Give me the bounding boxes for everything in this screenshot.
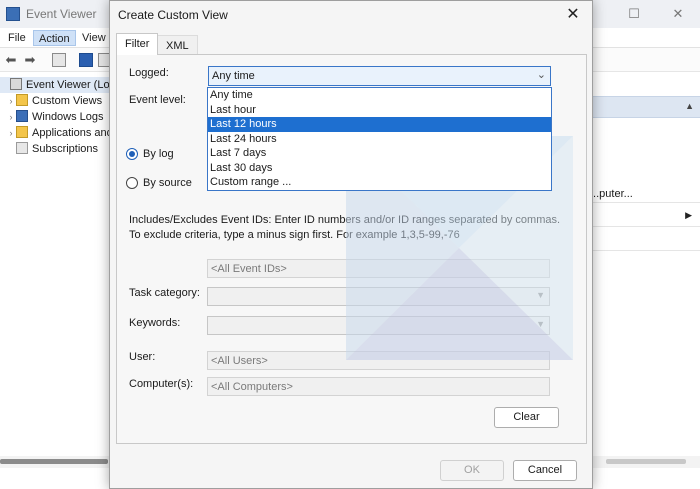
event-viewer-app-icon bbox=[6, 7, 20, 21]
chevron-right-icon[interactable]: › bbox=[6, 125, 16, 141]
logged-options-list[interactable]: Any time Last hour Last 12 hours Last 24… bbox=[207, 87, 552, 191]
by-source-radio[interactable] bbox=[126, 177, 138, 189]
chevron-down-icon[interactable]: ▼ bbox=[536, 290, 545, 300]
computer-label: Computer(s): bbox=[129, 378, 194, 390]
back-arrow-icon[interactable]: ⬅ bbox=[3, 52, 19, 68]
option-last-12-hours[interactable]: Last 12 hours bbox=[208, 117, 551, 132]
event-ids-instructions: Includes/Excludes Event IDs: Enter ID nu… bbox=[129, 214, 561, 241]
navigation-tree: Event Viewer (Local) › Custom Views › Wind… bbox=[0, 74, 112, 454]
scrollbar-thumb[interactable] bbox=[0, 459, 108, 464]
logged-value: Any time bbox=[212, 70, 255, 82]
tree-item-subscriptions[interactable]: Subscriptions bbox=[0, 141, 112, 157]
tree-item-applications-logs[interactable]: › Applications and Services Logs bbox=[0, 125, 112, 141]
by-log-label[interactable]: By log bbox=[143, 148, 174, 160]
menu-action[interactable]: Action bbox=[33, 30, 76, 46]
option-last-24-hours[interactable]: Last 24 hours bbox=[208, 132, 551, 147]
event-viewer-node-icon bbox=[10, 78, 22, 90]
option-any-time[interactable]: Any time bbox=[208, 88, 551, 103]
tree-item-label: Custom Views bbox=[32, 95, 103, 107]
user-input[interactable]: <All Users> bbox=[207, 351, 550, 370]
user-label: User: bbox=[129, 351, 156, 363]
tab-filter[interactable]: Filter bbox=[116, 33, 159, 55]
event-ids-input[interactable]: <All Event IDs> bbox=[207, 259, 550, 278]
folder-icon bbox=[16, 94, 28, 106]
menu-file[interactable]: File bbox=[3, 30, 31, 46]
show-hide-tree-icon[interactable] bbox=[52, 53, 66, 67]
scrollbar-thumb-right[interactable] bbox=[606, 459, 686, 464]
actions-divider bbox=[590, 250, 700, 251]
ok-button[interactable]: OK bbox=[440, 460, 504, 481]
tab-xml[interactable]: XML bbox=[157, 35, 198, 54]
event-ids-placeholder: <All Event IDs> bbox=[211, 263, 287, 275]
task-category-label: Task category: bbox=[129, 287, 200, 299]
create-custom-view-dialog: Create Custom View ✕ Filter XML Logged: … bbox=[109, 0, 593, 489]
collapse-up-icon[interactable]: ▲ bbox=[685, 101, 694, 111]
close-icon[interactable]: ✕ bbox=[560, 3, 586, 27]
logged-dropdown[interactable]: Any time ⌄ bbox=[208, 66, 551, 86]
tree-item-event-viewer[interactable]: Event Viewer (Local) bbox=[0, 77, 112, 93]
close-window-icon[interactable]: ✕ bbox=[656, 4, 700, 24]
cancel-button[interactable]: Cancel bbox=[513, 460, 577, 481]
event-level-label: Event level: bbox=[129, 94, 186, 106]
help-icon[interactable] bbox=[79, 53, 93, 67]
tree-item-label: Windows Logs bbox=[32, 111, 104, 123]
maximize-icon[interactable]: ☐ bbox=[612, 4, 656, 24]
tree-item-windows-logs[interactable]: › Windows Logs bbox=[0, 109, 112, 125]
chevron-down-icon[interactable]: ⌄ bbox=[537, 68, 546, 81]
logs-icon bbox=[16, 110, 28, 122]
tree-item-custom-views[interactable]: › Custom Views bbox=[0, 93, 112, 109]
actions-pane-item[interactable]: ...puter... bbox=[590, 188, 633, 200]
folder-icon bbox=[16, 126, 28, 138]
keywords-dropdown[interactable]: ▼ bbox=[207, 316, 550, 335]
event-viewer-title: Event Viewer bbox=[26, 7, 97, 21]
actions-pane: ▲ ...puter... ▶ bbox=[590, 74, 700, 454]
option-last-7-days[interactable]: Last 7 days bbox=[208, 146, 551, 161]
tree-item-label: Event Viewer (Local) bbox=[26, 79, 112, 91]
by-log-radio[interactable] bbox=[126, 148, 138, 160]
logged-label: Logged: bbox=[129, 67, 169, 79]
dialog-title: Create Custom View bbox=[118, 8, 228, 22]
chevron-down-icon[interactable]: ▼ bbox=[536, 319, 545, 329]
computer-input[interactable]: <All Computers> bbox=[207, 377, 550, 396]
actions-divider bbox=[590, 226, 700, 227]
actions-pane-header: ▲ bbox=[590, 96, 700, 118]
clear-button[interactable]: Clear bbox=[494, 407, 559, 428]
forward-arrow-icon[interactable]: ➡ bbox=[22, 52, 38, 68]
actions-divider bbox=[590, 202, 700, 203]
chevron-right-icon[interactable]: › bbox=[6, 93, 16, 109]
keywords-label: Keywords: bbox=[129, 317, 181, 329]
subscriptions-icon bbox=[16, 142, 28, 154]
menu-view[interactable]: View bbox=[77, 30, 111, 46]
chevron-right-icon[interactable]: › bbox=[6, 109, 16, 125]
by-source-label[interactable]: By source bbox=[143, 177, 192, 189]
computer-placeholder: <All Computers> bbox=[211, 381, 293, 393]
submenu-arrow-icon[interactable]: ▶ bbox=[685, 210, 692, 221]
option-last-30-days[interactable]: Last 30 days bbox=[208, 161, 551, 176]
user-placeholder: <All Users> bbox=[211, 355, 268, 367]
task-category-dropdown[interactable]: ▼ bbox=[207, 287, 550, 306]
option-custom-range[interactable]: Custom range ... bbox=[208, 175, 551, 190]
tree-item-label: Subscriptions bbox=[32, 143, 99, 155]
option-last-hour[interactable]: Last hour bbox=[208, 103, 551, 118]
tree-item-label: Applications and Services Logs bbox=[32, 127, 112, 139]
